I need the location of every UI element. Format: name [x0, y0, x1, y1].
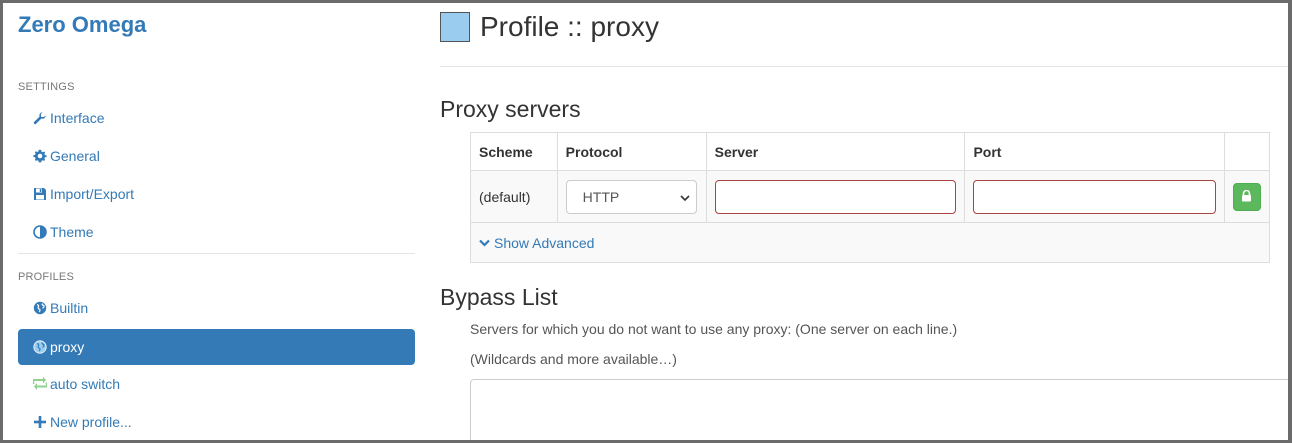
app-brand[interactable]: Zero Omega	[18, 12, 146, 38]
port-input[interactable]	[973, 179, 1216, 214]
contrast-icon	[32, 224, 48, 240]
sidebar-item-theme[interactable]: Theme	[18, 214, 415, 250]
bypass-list-textarea[interactable]	[470, 379, 1288, 440]
chevron-down-icon	[680, 189, 690, 205]
scheme-cell: (default)	[470, 170, 558, 223]
wildcards-link[interactable]: (Wildcards and more available…)	[470, 351, 677, 367]
sidebar-item-label: Import/Export	[50, 186, 135, 202]
page-title: Profile :: proxy	[480, 11, 659, 42]
bypass-list-heading: Bypass List	[440, 284, 558, 310]
sidebar-item-label: New profile...	[50, 414, 132, 430]
retweet-icon	[32, 376, 48, 392]
column-header-server: Server	[705, 132, 966, 171]
proxy-servers-table: Scheme Protocol Server Port (default) HT…	[470, 132, 1271, 263]
auth-cell	[1223, 170, 1271, 223]
sidebar-item-label: Theme	[50, 224, 94, 240]
column-header-protocol: Protocol	[556, 132, 707, 171]
sidebar-item-label: Interface	[50, 110, 105, 126]
table-header-row: Scheme Protocol Server Port	[470, 132, 1271, 171]
chevron-down-icon	[479, 239, 490, 247]
sidebar: Zero Omega SETTINGS Interface General Im…	[3, 3, 421, 440]
show-advanced-cell: Show Advanced	[470, 222, 1270, 263]
profile-color-swatch[interactable]	[440, 12, 470, 42]
protocol-select-value: HTTP	[582, 188, 620, 205]
proxy-servers-heading: Proxy servers	[440, 96, 581, 122]
main-content: Profile :: proxy Proxy servers Scheme Pr…	[440, 3, 1288, 440]
sidebar-item-new-profile[interactable]: New profile...	[18, 404, 415, 440]
server-input[interactable]	[714, 179, 957, 214]
header-divider	[440, 66, 1288, 67]
column-header-scheme: Scheme	[470, 132, 558, 171]
port-cell	[964, 170, 1225, 223]
page-header: Profile :: proxy	[440, 11, 659, 43]
bypass-help-text: Servers for which you do not want to use…	[470, 321, 958, 337]
sidebar-item-label: proxy	[50, 339, 85, 355]
wrench-icon	[32, 110, 48, 126]
settings-section-title: SETTINGS	[18, 81, 75, 93]
sidebar-divider	[18, 253, 415, 254]
plus-icon	[32, 414, 48, 430]
sidebar-item-label: Builtin	[50, 300, 89, 316]
globe-icon	[32, 339, 48, 355]
window-frame: Zero Omega SETTINGS Interface General Im…	[0, 0, 1292, 443]
lock-icon	[1241, 189, 1252, 205]
auth-lock-button[interactable]	[1232, 182, 1261, 211]
sidebar-item-proxy[interactable]: proxy	[18, 329, 415, 365]
column-header-actions	[1223, 132, 1271, 171]
sidebar-item-auto-switch[interactable]: auto switch	[18, 366, 415, 402]
floppy-icon	[32, 186, 48, 202]
advanced-row: Show Advanced	[470, 222, 1270, 263]
server-cell	[705, 170, 966, 223]
sidebar-item-general[interactable]: General	[18, 138, 415, 174]
table-row: (default) HTTP	[470, 170, 1271, 223]
profiles-section-title: PROFILES	[18, 271, 75, 283]
globe-icon	[32, 300, 48, 316]
sidebar-item-builtin[interactable]: Builtin	[18, 290, 415, 326]
protocol-cell: HTTP	[556, 170, 707, 223]
protocol-select[interactable]: HTTP	[565, 179, 697, 214]
sidebar-item-label: auto switch	[50, 376, 121, 392]
gear-icon	[32, 148, 48, 164]
sidebar-item-label: General	[50, 148, 100, 164]
show-advanced-link[interactable]: Show Advanced	[479, 235, 594, 251]
column-header-port: Port	[964, 132, 1225, 171]
sidebar-item-interface[interactable]: Interface	[18, 100, 415, 136]
show-advanced-label: Show Advanced	[494, 235, 595, 251]
sidebar-item-import-export[interactable]: Import/Export	[18, 176, 415, 212]
